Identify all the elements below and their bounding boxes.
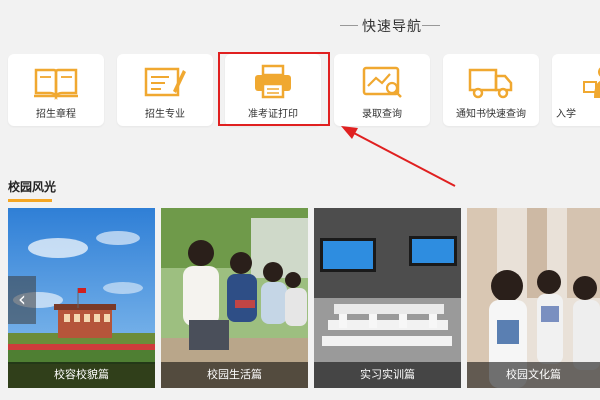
nav-card-label: 录取查询 [362,109,402,120]
nav-card-label: 通知书快速查询 [456,109,526,120]
students-books-image [467,208,600,388]
quick-nav-title: 快速导航 [362,19,422,35]
nav-card-admission-rules[interactable]: 招生章程 [8,54,104,126]
person-icon [583,67,600,98]
photo-practical-training[interactable]: 实习实训篇 [314,208,461,388]
classroom-image [314,208,461,388]
photo-caption: 校容校貌篇 [8,362,155,388]
quick-nav-header: 快速导航 [0,10,600,40]
photo-campus-life[interactable]: 校园生活篇 [161,208,308,388]
highlight-box [218,52,330,126]
photo-caption: 校园文化篇 [467,362,600,388]
nav-card-label: 招生专业 [145,109,185,120]
nav-card-label: 入学 [556,109,576,120]
section-underline [8,199,52,202]
photo-caption: 校园生活篇 [161,362,308,388]
search-result-icon [362,66,402,98]
header-divider-right [422,25,440,26]
photo-caption: 实习实训篇 [314,362,461,388]
header-divider-left [340,25,358,26]
nav-card-label: 招生章程 [36,109,76,120]
students-reading-image [161,208,308,388]
carousel-prev-button[interactable]: ‹ [8,276,36,324]
truck-icon [468,68,513,99]
section-title: 校园风光 [8,180,57,194]
nav-card-notice-query[interactable]: 通知书快速查询 [443,54,539,126]
nav-card-majors[interactable]: 招生专业 [117,54,213,126]
nav-card-admission-query[interactable]: 录取查询 [334,54,430,126]
book-icon [34,68,78,100]
photo-campus-culture[interactable]: 校园文化篇 [467,208,600,388]
certificate-icon [144,67,186,97]
nav-card-enrollment[interactable]: 入学 [552,54,600,126]
